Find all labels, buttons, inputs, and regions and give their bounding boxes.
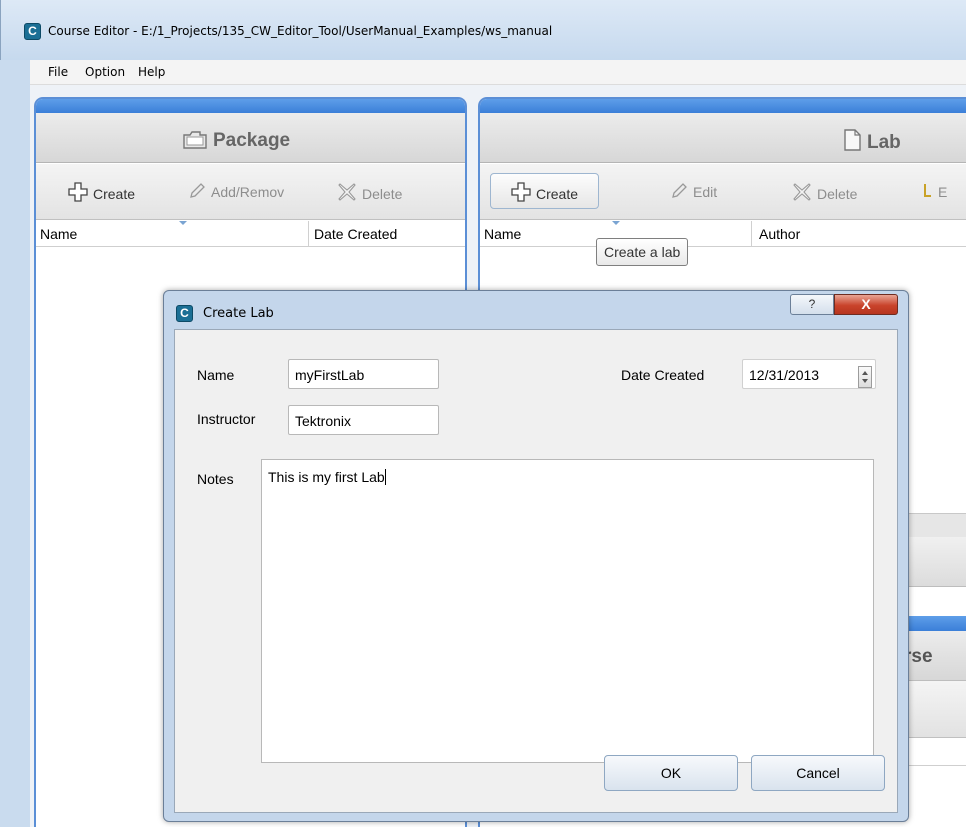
menu-bar: File Option Help bbox=[30, 60, 966, 85]
menu-option[interactable]: Option bbox=[85, 65, 125, 79]
date-created-field[interactable]: 12/31/2013 bbox=[742, 359, 876, 389]
column-header-name[interactable]: Name bbox=[40, 226, 77, 242]
close-button[interactable]: X bbox=[834, 294, 898, 315]
column-header-date-created[interactable]: Date Created bbox=[314, 226, 397, 242]
create-lab-tooltip: Create a lab bbox=[596, 238, 689, 266]
menu-file[interactable]: File bbox=[48, 65, 68, 79]
lab-title: Lab bbox=[867, 132, 901, 153]
plus-icon bbox=[511, 182, 531, 202]
package-table-header: Name Date Created bbox=[36, 221, 465, 247]
cancel-button[interactable]: Cancel bbox=[751, 755, 885, 791]
package-create-label: Create bbox=[93, 186, 136, 202]
package-title: Package bbox=[213, 130, 291, 151]
background-header bbox=[904, 537, 966, 587]
instructor-label: Instructor bbox=[197, 411, 256, 427]
column-divider[interactable] bbox=[308, 221, 309, 247]
package-delete-label: Delete bbox=[362, 186, 403, 202]
lab-extra-label: E bbox=[938, 184, 948, 200]
column-header-name[interactable]: Name bbox=[484, 226, 521, 242]
lab-delete-button[interactable]: Delete bbox=[792, 182, 857, 202]
create-lab-dialog: C Create Lab ? X Name myFirstLab Instruc… bbox=[163, 290, 909, 822]
lab-edit-label: Edit bbox=[693, 184, 718, 200]
ok-button[interactable]: OK bbox=[604, 755, 738, 791]
sort-indicator-icon bbox=[612, 221, 620, 225]
lab-toolbar: Create Edit Delete E bbox=[480, 164, 966, 220]
package-title-wrap: Package bbox=[182, 129, 290, 152]
menu-help[interactable]: Help bbox=[138, 65, 165, 79]
column-header-author[interactable]: Author bbox=[759, 226, 800, 242]
name-input[interactable]: myFirstLab bbox=[288, 359, 439, 389]
name-label: Name bbox=[197, 367, 235, 383]
help-button[interactable]: ? bbox=[790, 294, 834, 315]
lab-table-header: Name Author bbox=[480, 221, 966, 247]
dialog-app-icon: C bbox=[176, 305, 193, 322]
dialog-title: Create Lab bbox=[203, 306, 274, 321]
panel-accent-band bbox=[480, 99, 966, 113]
notes-textarea[interactable]: This is my first Lab bbox=[261, 459, 874, 763]
background-row bbox=[904, 513, 966, 537]
package-add-remove-label: Add/Remov bbox=[211, 184, 285, 200]
spinner-down-icon[interactable] bbox=[862, 379, 868, 383]
date-created-label: Date Created bbox=[621, 367, 705, 383]
plus-icon bbox=[68, 182, 88, 202]
package-add-remove-button[interactable]: Add/Remov bbox=[188, 182, 284, 200]
notes-label: Notes bbox=[197, 471, 234, 487]
notes-text: This is my first Lab bbox=[268, 469, 385, 485]
instructor-input[interactable]: Tektronix bbox=[288, 405, 439, 435]
lab-edit-button[interactable]: Edit bbox=[670, 182, 717, 200]
spinner-up-icon[interactable] bbox=[862, 371, 868, 375]
delete-x-icon bbox=[338, 183, 356, 201]
column-divider[interactable] bbox=[751, 221, 752, 247]
window-titlebar: C Course Editor - E:/1_Projects/135_CW_E… bbox=[0, 0, 966, 60]
date-created-value: 12/31/2013 bbox=[749, 367, 820, 383]
panel-accent-band bbox=[36, 99, 465, 113]
background-course-columns bbox=[904, 738, 966, 766]
text-cursor bbox=[384, 469, 386, 485]
app-logo-icon: C bbox=[24, 23, 41, 40]
delete-x-icon bbox=[793, 183, 811, 201]
package-delete-button[interactable]: Delete bbox=[337, 182, 402, 202]
background-panel-band bbox=[904, 616, 966, 631]
sort-indicator-icon bbox=[179, 221, 187, 225]
background-course-toolbar bbox=[904, 681, 966, 738]
dialog-body: Name myFirstLab Instructor Tektronix Dat… bbox=[174, 329, 898, 813]
package-toolbar: Create Add/Remov Delete bbox=[36, 164, 465, 220]
package-panel-header: Package bbox=[36, 113, 465, 163]
pencil-icon bbox=[190, 183, 205, 198]
lab-panel-header: Lab bbox=[480, 113, 966, 163]
lab-extra-button[interactable]: E bbox=[921, 182, 947, 200]
document-icon bbox=[844, 129, 861, 151]
pencil-icon bbox=[672, 183, 687, 198]
lab-title-wrap: Lab bbox=[842, 129, 901, 154]
lab-delete-label: Delete bbox=[817, 186, 858, 202]
window-title: Course Editor - E:/1_Projects/135_CW_Edi… bbox=[48, 24, 553, 38]
lab-create-label: Create bbox=[536, 186, 579, 202]
folder-icon bbox=[183, 131, 207, 149]
date-spinner[interactable] bbox=[858, 366, 872, 388]
package-create-button[interactable]: Create bbox=[68, 182, 135, 202]
export-icon bbox=[924, 184, 931, 197]
background-course-header: rse bbox=[904, 631, 966, 681]
lab-create-button[interactable]: Create bbox=[490, 173, 600, 209]
